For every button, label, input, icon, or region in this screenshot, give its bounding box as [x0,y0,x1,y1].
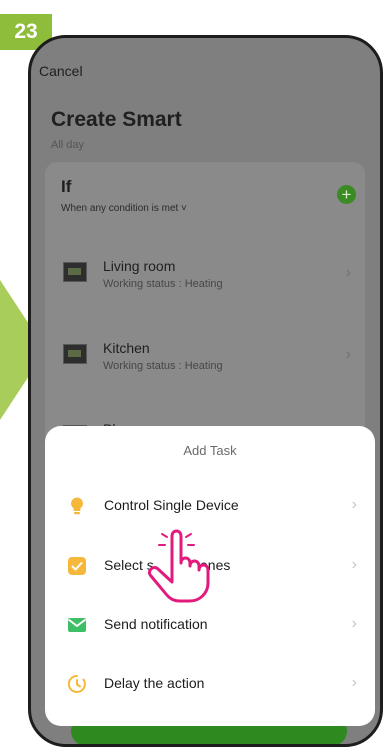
lightbulb-icon [71,497,83,515]
task-label: Send notification [104,616,208,632]
device-name: Living room [103,258,176,274]
chevron-right-icon: › [351,496,357,513]
chevron-right-icon: › [351,556,357,573]
task-send-notification[interactable]: Send notification › [45,605,375,645]
task-delay-action[interactable]: Delay the action › [45,664,375,704]
checkbox-icon [68,557,86,575]
page-title: Create Smart [51,108,182,131]
condition-device-row[interactable]: Living room Working status : Heating › [45,250,365,306]
tap-hand-cursor-icon [148,529,210,603]
chevron-right-icon: › [345,346,351,363]
page-subtitle: All day [51,139,85,151]
task-label: Control Single Device [104,497,239,513]
condition-mode-dropdown[interactable]: When any condition is met ˅ [61,203,187,214]
chevron-right-icon: › [351,674,357,691]
task-label: Delay the action [104,675,205,691]
task-control-single-device[interactable]: Control Single Device › [45,486,375,526]
device-status: Working status : Heating [103,278,223,290]
clock-icon [67,674,86,693]
condition-title: If [61,177,72,196]
add-condition-button[interactable]: + [337,185,356,204]
phone-frame: Cancel Create Smart All day If When any … [28,35,383,747]
chevron-right-icon: › [345,264,351,281]
device-name: Kitchen [103,340,150,356]
condition-device-row[interactable]: Kitchen Working status : Heating › [45,332,365,388]
device-status: Working status : Heating [103,360,223,372]
sheet-title: Add Task [183,443,237,458]
cancel-button[interactable]: Cancel [39,63,83,79]
thermostat-icon [63,262,87,282]
thermostat-icon [63,344,87,364]
chevron-right-icon: › [351,615,357,632]
envelope-icon [67,618,87,632]
